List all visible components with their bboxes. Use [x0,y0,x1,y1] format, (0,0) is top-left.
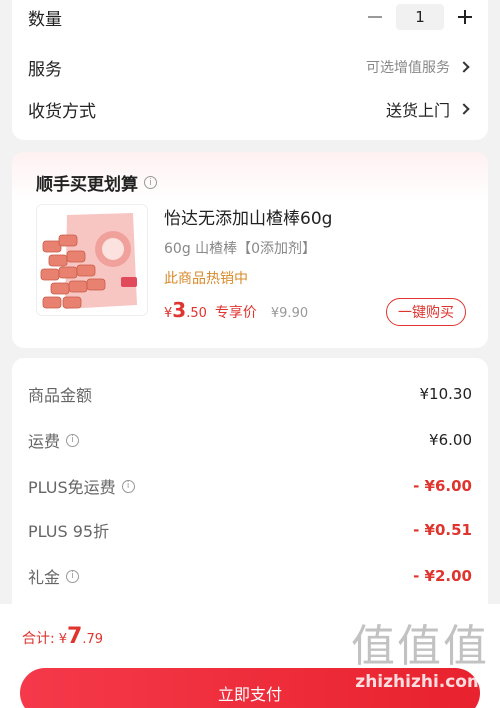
total-integer: 7 [67,624,83,649]
total-decimal: .79 [82,632,103,647]
summary-amount: ¥6.00 [429,431,472,449]
order-total: 合计: ¥ 7 .79 [22,624,103,649]
watermark: 值值值 zhizhizhi.com [350,621,490,693]
quantity-label: 数量 [28,9,62,30]
price-summary-card: 商品金额 ¥10.30 运费 i ¥6.00 PLUS免运费 i - ¥6.00 P… [12,358,488,618]
service-row[interactable]: 服务 可选增值服务 [28,52,472,82]
info-icon[interactable]: i [66,433,80,447]
hot-tag: 此商品热销中 [164,271,248,287]
product-name[interactable]: 怡达无添加山楂棒60g [164,204,332,229]
watermark-url: zhizhizhi.com [355,672,485,692]
price-integer: 3 [172,298,187,322]
summary-row: PLUS 95折 - ¥0.51 [28,516,472,544]
summary-label: 运费 [28,432,61,451]
price-line: ¥ 3 .50 专享价 ¥9.90 [164,298,308,322]
service-label: 服务 [28,59,62,80]
checkout-bar: 合计: ¥ 7 .79 立即支付 值值值 zhizhizhi.com [0,604,500,708]
watermark-logo: 值值值 [351,621,489,672]
chevron-right-icon [458,61,470,73]
summary-label: 商品金额 [28,386,93,405]
summary-row: 礼金 i - ¥2.00 [28,562,472,590]
summary-amount: ¥10.30 [419,385,473,403]
product-image[interactable] [36,204,148,316]
bundle-offer-card: 顺手买更划算 i 怡达无添加山楂棒60g 60g 山楂棒【0添加剂】 此商品热销… [12,152,488,348]
summary-amount: - ¥0.51 [413,521,472,539]
quantity-row: 数量 1 [28,2,472,32]
total-currency: ¥ [58,632,67,647]
summary-amount: - ¥6.00 [413,477,472,495]
summary-row: 商品金额 ¥10.30 [28,380,472,408]
plus-icon[interactable] [458,10,472,24]
quantity-stepper[interactable]: 1 [368,4,472,30]
summary-row: PLUS免运费 i - ¥6.00 [28,472,472,500]
bundle-title-text: 顺手买更划算 [36,175,138,195]
info-icon[interactable]: i [66,569,80,583]
summary-label: PLUS免运费 [28,478,116,497]
info-icon[interactable]: i [121,479,135,493]
summary-label: 礼金 [28,568,61,587]
delivery-row[interactable]: 收货方式 送货上门 [28,94,472,124]
exclusive-label: 专享价 [214,305,257,321]
order-options-card: 数量 1 服务 可选增值服务 收货方式 送货上门 [12,0,488,140]
summary-label: PLUS 95折 [28,522,110,541]
minus-icon[interactable] [368,16,382,18]
total-label: 合计: [22,631,55,647]
summary-row: 运费 i ¥6.00 [28,426,472,454]
price-decimal: .50 [186,306,207,321]
service-value: 可选增值服务 [366,60,450,76]
quantity-input[interactable]: 1 [396,4,444,30]
delivery-value: 送货上门 [385,101,450,120]
one-click-buy-button[interactable]: 一键购买 [386,298,466,326]
info-icon[interactable]: i [144,176,157,189]
original-price: ¥9.90 [270,306,309,321]
product-spec: 60g 山楂棒【0添加剂】 [164,241,317,257]
summary-amount: - ¥2.00 [413,567,472,585]
price-currency: ¥ [164,306,173,321]
delivery-label: 收货方式 [28,101,96,122]
chevron-right-icon [458,103,470,115]
bundle-title: 顺手买更划算 i [36,170,157,195]
